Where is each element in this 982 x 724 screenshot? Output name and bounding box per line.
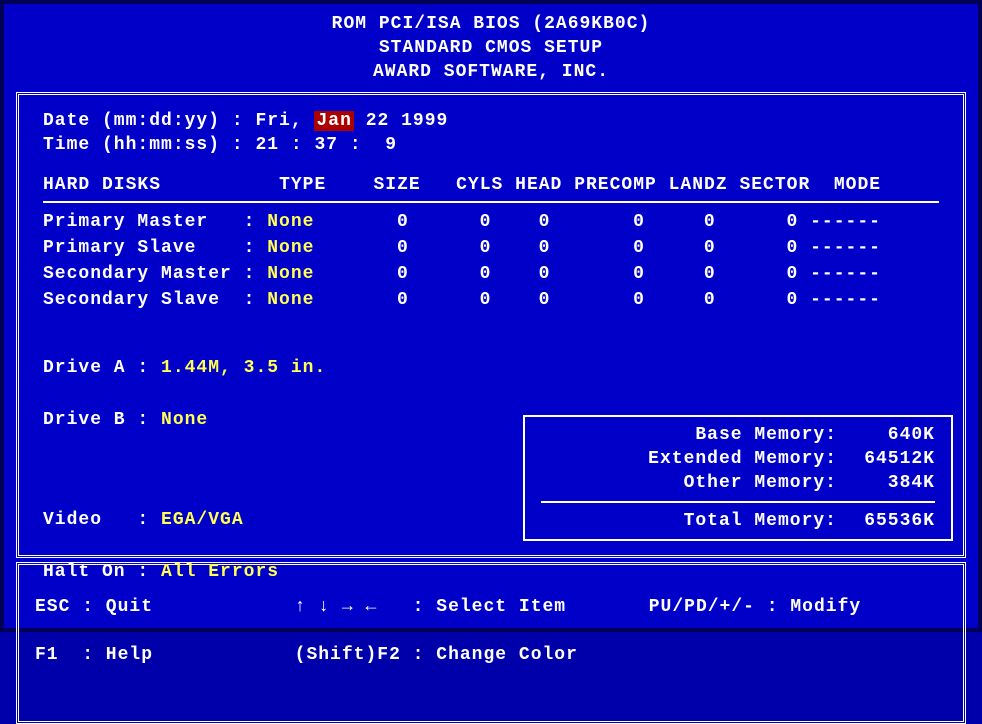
disk-row-3[interactable]: Secondary Slave : None 0 0 0 0 0 0 -----… <box>43 287 939 313</box>
header-line2: STANDARD CMOS SETUP <box>12 36 970 60</box>
video-value: EGA/VGA <box>161 510 244 530</box>
col-mode: MODE <box>834 175 881 195</box>
disk-title: HARD DISKS <box>43 175 161 195</box>
header-line3: AWARD SOFTWARE, INC. <box>12 60 970 84</box>
base-memory: Base Memory:640K <box>541 423 935 447</box>
mem-divider <box>541 501 935 503</box>
total-mem-value: 65536K <box>845 509 935 533</box>
base-mem-value: 640K <box>845 423 935 447</box>
video-label: Video : <box>43 510 149 530</box>
drive-b-value: None <box>161 410 208 430</box>
halt-setting[interactable]: Halt On : All Errors <box>43 559 939 585</box>
col-size: SIZE <box>374 175 421 195</box>
col-type: TYPE <box>279 175 326 195</box>
disk-row-1[interactable]: Primary Slave : None 0 0 0 0 0 0 ------ <box>43 235 939 261</box>
time-label: Time (hh:mm:ss) : <box>43 135 244 155</box>
time-mm[interactable]: 37 <box>314 135 338 155</box>
col-cyls: CYLS <box>456 175 503 195</box>
date-label: Date (mm:dd:yy) : <box>43 111 244 131</box>
col-precomp: PRECOMP <box>574 175 657 195</box>
halt-label: Halt On : <box>43 562 149 582</box>
disk-table-header: HARD DISKS TYPE SIZE CYLS HEAD PRECOMP L… <box>43 173 939 197</box>
halt-value: All Errors <box>161 562 279 582</box>
time-ss[interactable]: 9 <box>385 135 397 155</box>
total-mem-label: Total Memory: <box>684 509 845 533</box>
header: ROM PCI/ISA BIOS (2A69KB0C) STANDARD CMO… <box>12 8 970 92</box>
disk-row-0[interactable]: Primary Master : None 0 0 0 0 0 0 ------ <box>43 209 939 235</box>
date-year[interactable]: 1999 <box>401 111 448 131</box>
col-sector: SECTOR <box>739 175 810 195</box>
date-month-selected[interactable]: Jan <box>314 111 353 131</box>
col-landz: LANDZ <box>669 175 728 195</box>
drive-a-label: Drive A : <box>43 358 149 378</box>
ext-mem-value: 64512K <box>845 447 935 471</box>
base-mem-label: Base Memory: <box>695 423 845 447</box>
hard-disks-table: HARD DISKS TYPE SIZE CYLS HEAD PRECOMP L… <box>43 173 939 313</box>
shift-hint: (Shift)F2 : Change Color <box>295 645 578 665</box>
header-line1: ROM PCI/ISA BIOS (2A69KB0C) <box>12 12 970 36</box>
main-box: Date (mm:dd:yy) : Fri, Jan 22 1999 Time … <box>16 92 966 558</box>
date-field[interactable]: Date (mm:dd:yy) : Fri, Jan 22 1999 <box>43 109 939 133</box>
divider <box>43 201 939 203</box>
col-head: HEAD <box>515 175 562 195</box>
total-memory: Total Memory:65536K <box>541 509 935 533</box>
footer-line2: F1 : Help (Shift)F2 : Change Color <box>35 643 939 667</box>
other-memory: Other Memory:384K <box>541 471 935 495</box>
date-day[interactable]: 22 <box>366 111 390 131</box>
date-dow: Fri, <box>255 111 302 131</box>
drive-a-value: 1.44M, 3.5 in. <box>161 358 326 378</box>
other-mem-label: Other Memory: <box>684 471 845 495</box>
ext-memory: Extended Memory:64512K <box>541 447 935 471</box>
time-field[interactable]: Time (hh:mm:ss) : 21 : 37 : 9 <box>43 133 939 157</box>
disk-row-2[interactable]: Secondary Master : None 0 0 0 0 0 0 ----… <box>43 261 939 287</box>
bios-screen: ROM PCI/ISA BIOS (2A69KB0C) STANDARD CMO… <box>0 0 982 632</box>
memory-box: Base Memory:640K Extended Memory:64512K … <box>523 415 953 541</box>
ext-mem-label: Extended Memory: <box>648 447 845 471</box>
f1-hint: F1 : Help <box>35 645 153 665</box>
time-hh[interactable]: 21 <box>255 135 279 155</box>
other-mem-value: 384K <box>845 471 935 495</box>
drive-b-label: Drive B : <box>43 410 149 430</box>
drive-a[interactable]: Drive A : 1.44M, 3.5 in. <box>43 355 939 381</box>
